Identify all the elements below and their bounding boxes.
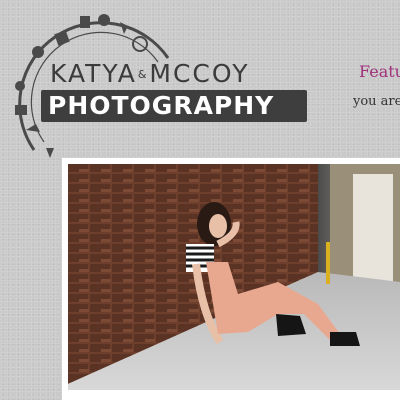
logo-first-name: KATYA — [50, 59, 137, 88]
logo-ampersand: & — [137, 68, 149, 81]
site-logo[interactable]: KATYA&MCCOY PHOTOGRAPHY — [0, 0, 320, 165]
tagline-text: you are — [353, 94, 400, 109]
photo-image-icon — [68, 164, 400, 390]
logo-last-name: MCCOY — [149, 59, 250, 88]
hero-photo[interactable] — [68, 164, 400, 390]
logo-subtitle: PHOTOGRAPHY — [48, 91, 275, 120]
logo-name: KATYA&MCCOY — [50, 60, 249, 89]
featured-heading[interactable]: Featu — [359, 62, 400, 81]
